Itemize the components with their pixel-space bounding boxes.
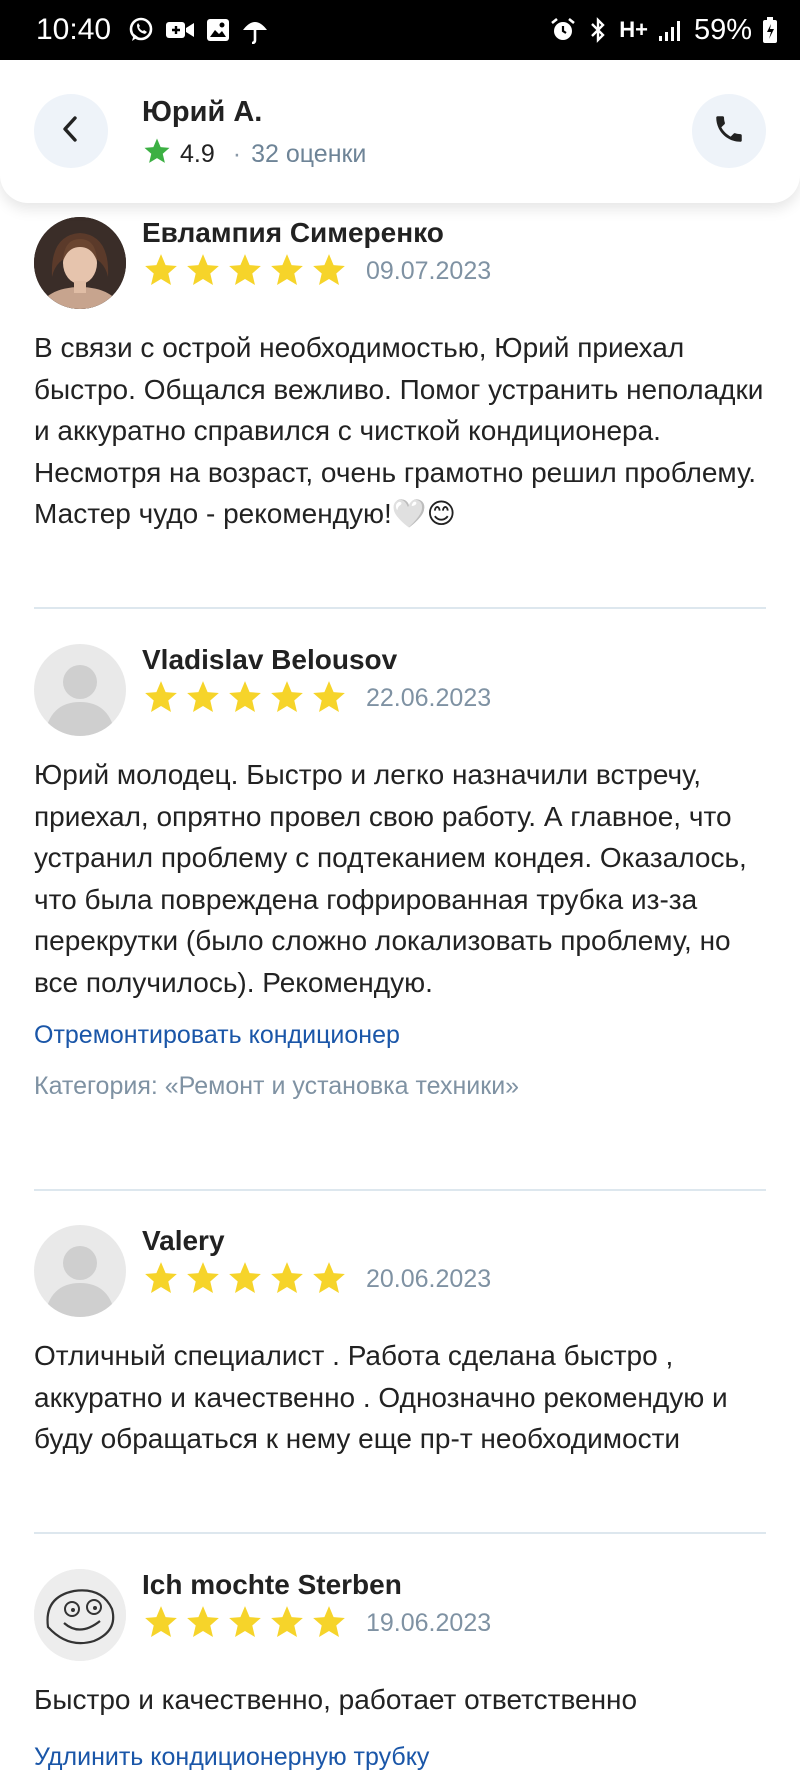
- status-bar: 10:40 H+ 59%: [0, 0, 800, 60]
- video-call-icon: [165, 17, 195, 43]
- star-icon: [145, 1606, 177, 1638]
- star-icon: [229, 1606, 261, 1638]
- review-date: 19.06.2023: [366, 1609, 492, 1637]
- star-icon: [271, 254, 303, 286]
- avatar[interactable]: [34, 1225, 126, 1317]
- rating-star-icon: [142, 136, 172, 173]
- review-date: 09.07.2023: [366, 257, 492, 285]
- umbrella-icon: [241, 16, 269, 44]
- star-icon: [229, 254, 261, 286]
- star-icon: [145, 1262, 177, 1294]
- service-link[interactable]: Удлинить кондиционерную трубку: [34, 1743, 429, 1772]
- review-text: В связи с острой необходимостью, Юрий пр…: [34, 332, 764, 529]
- star-icon: [187, 1606, 219, 1638]
- phone-icon: [712, 112, 746, 151]
- star-rating: [142, 678, 348, 716]
- star-icon: [229, 1262, 261, 1294]
- profile-header: Юрий А. 4.9 · 32 оценки: [0, 60, 800, 203]
- avatar[interactable]: [34, 217, 126, 309]
- reviews-feed[interactable]: Евлампия Симеренко 09.07.2023 В связи с …: [0, 203, 800, 1778]
- call-button[interactable]: [692, 94, 766, 168]
- status-left: 10:40: [36, 13, 269, 47]
- profile-rating: 4.9 · 32 оценки: [142, 136, 366, 173]
- star-icon: [187, 254, 219, 286]
- battery-percent: 59%: [693, 13, 752, 46]
- star-icon: [187, 681, 219, 713]
- review-author[interactable]: Евлампия Симеренко: [142, 217, 444, 249]
- review-text: Юрий молодец. Быстро и легко назначили в…: [34, 759, 747, 998]
- review-text: Отличный специалист . Работа сделана быс…: [34, 1340, 728, 1454]
- avatar[interactable]: [34, 644, 126, 736]
- star-icon: [271, 1606, 303, 1638]
- profile-name: Юрий А.: [142, 96, 263, 128]
- review-category: Категория: «Ремонт и установка техники»: [34, 1072, 520, 1100]
- star-icon: [313, 1262, 345, 1294]
- bluetooth-icon: [587, 16, 609, 44]
- star-rating: [142, 251, 348, 289]
- review-card: Valery 20.06.2023 Отличный специалист . …: [34, 1221, 766, 1461]
- review-card: Ich mochte Sterben 19.06.2023 Быстро и к…: [34, 1565, 766, 1778]
- star-rating: [142, 1259, 348, 1297]
- review-text: Быстро и качественно, работает ответстве…: [34, 1684, 638, 1715]
- network-type: H+: [619, 17, 648, 42]
- signal-icon: [658, 18, 684, 42]
- review-author[interactable]: Valery: [142, 1225, 225, 1257]
- star-icon: [145, 254, 177, 286]
- avatar[interactable]: [34, 1569, 126, 1661]
- alarm-icon: [549, 16, 577, 44]
- star-icon: [187, 1262, 219, 1294]
- star-icon: [313, 1606, 345, 1638]
- star-icon: [229, 681, 261, 713]
- status-right: H+ 59%: [549, 14, 778, 47]
- rating-count[interactable]: 32 оценки: [251, 140, 366, 169]
- whatsapp-icon: [127, 16, 155, 44]
- battery-icon: [762, 16, 778, 44]
- rating-score: 4.9: [180, 140, 215, 168]
- back-button[interactable]: [34, 94, 108, 168]
- review-date: 20.06.2023: [366, 1265, 492, 1293]
- review-card: Vladislav Belousov 22.06.2023 Юрий молод…: [34, 640, 766, 1110]
- review-card: Евлампия Симеренко 09.07.2023 В связи с …: [34, 213, 766, 533]
- divider: [34, 1189, 766, 1191]
- star-icon: [145, 681, 177, 713]
- service-link[interactable]: Отремонтировать кондиционер: [34, 1021, 400, 1050]
- star-icon: [271, 681, 303, 713]
- star-icon: [313, 681, 345, 713]
- star-rating: [142, 1603, 348, 1641]
- star-icon: [313, 254, 345, 286]
- review-author[interactable]: Ich mochte Sterben: [142, 1569, 402, 1601]
- star-icon: [271, 1262, 303, 1294]
- divider: [34, 607, 766, 609]
- review-date: 22.06.2023: [366, 684, 492, 712]
- divider: [34, 1532, 766, 1534]
- status-time: 10:40: [36, 13, 112, 46]
- chevron-left-icon: [59, 114, 83, 149]
- rating-separator: ·: [232, 140, 242, 168]
- gallery-icon: [205, 17, 231, 43]
- review-author[interactable]: Vladislav Belousov: [142, 644, 397, 676]
